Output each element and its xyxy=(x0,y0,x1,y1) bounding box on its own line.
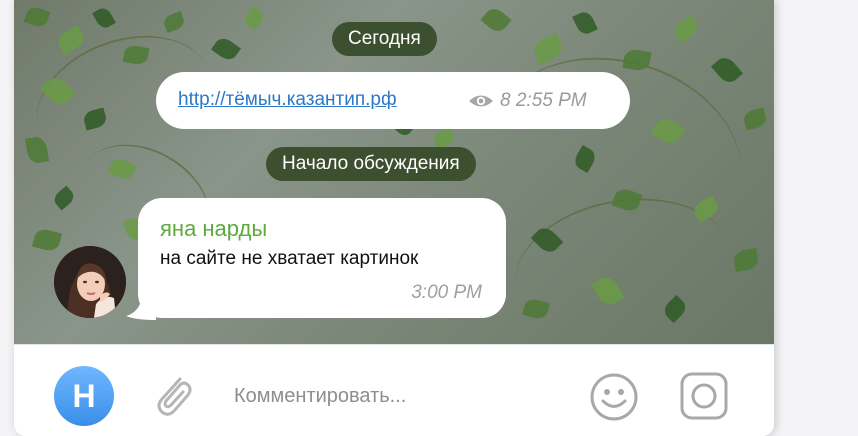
sender-name[interactable]: яна нарды xyxy=(160,216,267,242)
message-text: на сайте не хватает картинок xyxy=(160,248,419,269)
emoji-icon[interactable] xyxy=(589,372,639,422)
eye-icon xyxy=(469,95,493,107)
post-time: 2:55 PM xyxy=(515,90,587,111)
user-avatar[interactable]: Н xyxy=(54,366,114,426)
comment-composer: Н xyxy=(14,344,774,436)
camera-icon[interactable] xyxy=(679,371,729,421)
chat-window: Сегодня http://тёмыч.казантип.рф 8 2:55 … xyxy=(14,0,774,436)
post-meta: 8 2:55 PM xyxy=(468,90,587,112)
message-time: 3:00 PM xyxy=(411,282,482,303)
sender-avatar[interactable] xyxy=(54,246,126,318)
post-bubble: http://тёмыч.казантип.рф 8 2:55 PM xyxy=(156,72,630,129)
avatar-photo xyxy=(54,246,126,318)
comment-input[interactable] xyxy=(232,375,566,417)
date-separator: Сегодня xyxy=(332,22,437,56)
paperclip-icon[interactable] xyxy=(150,371,196,421)
discussion-start-separator: Начало обсуждения xyxy=(266,147,476,181)
message-bubble: яна нарды на сайте не хватает картинок 3… xyxy=(138,198,506,318)
post-link[interactable]: http://тёмыч.казантип.рф xyxy=(178,89,397,111)
view-count: 8 xyxy=(500,90,511,111)
